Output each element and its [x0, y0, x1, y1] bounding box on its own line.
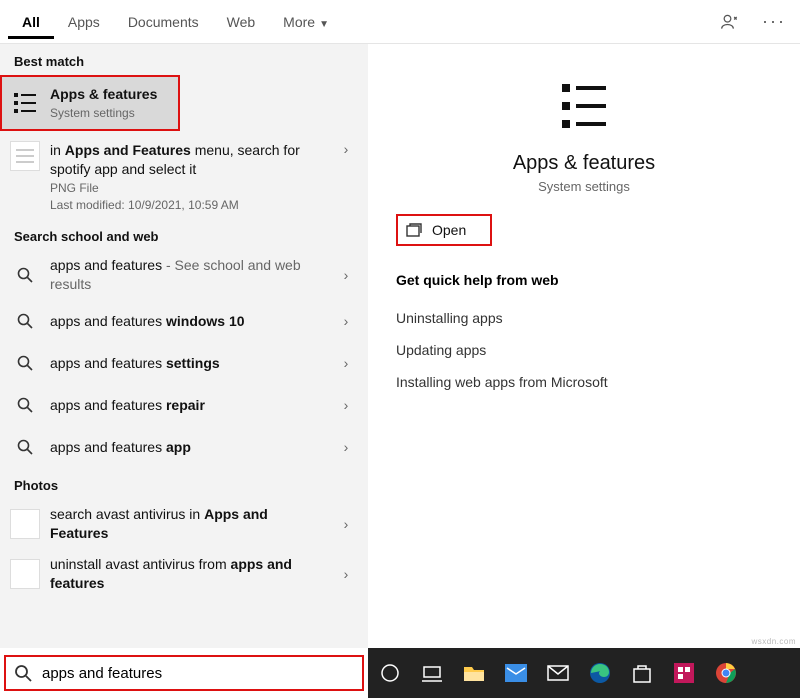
chrome-icon[interactable]: [714, 661, 738, 685]
web-result-text: apps and features windows 10: [50, 312, 328, 331]
result-png-file[interactable]: in Apps and Features menu, search for sp…: [0, 131, 368, 219]
chevron-right-icon[interactable]: ›: [338, 313, 354, 329]
web-result-text: apps and features app: [50, 438, 328, 457]
web-result-5[interactable]: apps and features app ›: [0, 426, 368, 468]
result-title: Apps & features: [50, 85, 166, 104]
chevron-right-icon[interactable]: ›: [338, 355, 354, 371]
mail-app-icon[interactable]: [504, 661, 528, 685]
result-subtitle: System settings: [50, 105, 166, 121]
watermark: wsxdn.com: [751, 637, 796, 646]
open-button[interactable]: Open: [396, 214, 492, 246]
photo-result-text: search avast antivirus in Apps and Featu…: [50, 505, 328, 543]
store-icon[interactable]: [630, 661, 654, 685]
file-title: in Apps and Features menu, search for sp…: [50, 141, 328, 179]
photo-result-1[interactable]: search avast antivirus in Apps and Featu…: [0, 499, 368, 549]
section-photos: Photos: [0, 468, 368, 499]
task-view-icon[interactable]: [420, 661, 444, 685]
mail-icon[interactable]: [546, 661, 570, 685]
tab-more[interactable]: More▼: [269, 4, 343, 39]
filter-tabs: All Apps Documents Web More▼ ···: [0, 0, 800, 44]
photo-result-2[interactable]: uninstall avast antivirus from apps and …: [0, 549, 368, 599]
open-label: Open: [432, 222, 466, 238]
section-search-web: Search school and web: [0, 219, 368, 250]
settings-list-icon: [10, 88, 40, 118]
web-result-text: apps and features - See school and web r…: [50, 256, 328, 294]
search-icon: [10, 260, 40, 290]
results-panel: Best match Apps & features System settin…: [0, 44, 368, 648]
file-modified: Last modified: 10/9/2021, 10:59 AM: [50, 197, 328, 213]
quick-help-uninstalling[interactable]: Uninstalling apps: [396, 302, 772, 334]
chevron-down-icon: ▼: [319, 19, 329, 30]
app-icon[interactable]: [672, 661, 696, 685]
tab-all[interactable]: All: [8, 4, 54, 39]
result-apps-and-features[interactable]: Apps & features System settings: [0, 75, 180, 131]
web-result-2[interactable]: apps and features windows 10 ›: [0, 300, 368, 342]
chevron-right-icon[interactable]: ›: [338, 439, 354, 455]
web-result-1[interactable]: apps and features - See school and web r…: [0, 250, 368, 300]
tab-documents[interactable]: Documents: [114, 4, 213, 39]
search-icon: [10, 432, 40, 462]
photo-thumbnail-icon: [10, 509, 40, 539]
chevron-right-icon[interactable]: ›: [338, 397, 354, 413]
tab-apps[interactable]: Apps: [54, 4, 114, 39]
web-result-4[interactable]: apps and features repair ›: [0, 384, 368, 426]
file-explorer-icon[interactable]: [462, 661, 486, 685]
taskbar: [368, 648, 800, 698]
photo-result-text: uninstall avast antivirus from apps and …: [50, 555, 328, 593]
chevron-right-icon[interactable]: ›: [338, 566, 354, 582]
search-bar: [0, 648, 368, 698]
open-icon: [406, 223, 422, 237]
search-input[interactable]: [40, 664, 354, 683]
search-box[interactable]: [4, 655, 364, 691]
file-thumbnail-icon: [10, 141, 40, 171]
search-icon: [10, 348, 40, 378]
photo-thumbnail-icon: [10, 559, 40, 589]
web-result-text: apps and features settings: [50, 354, 328, 373]
chevron-right-icon[interactable]: ›: [338, 141, 354, 157]
chevron-right-icon[interactable]: ›: [338, 516, 354, 532]
section-best-match: Best match: [0, 44, 368, 75]
preview-panel: Apps & features System settings Open Get…: [368, 44, 800, 648]
search-icon: [14, 664, 32, 682]
preview-subtitle: System settings: [538, 179, 630, 194]
preview-title: Apps & features: [513, 152, 655, 175]
cortana-icon[interactable]: [378, 661, 402, 685]
preview-large-icon: [552, 74, 616, 138]
web-result-text: apps and features repair: [50, 396, 328, 415]
more-options-icon[interactable]: ···: [756, 11, 792, 32]
search-icon: [10, 390, 40, 420]
edge-icon[interactable]: [588, 661, 612, 685]
search-icon: [10, 306, 40, 336]
quick-help-heading: Get quick help from web: [396, 272, 772, 288]
quick-help-installing[interactable]: Installing web apps from Microsoft: [396, 366, 772, 398]
chevron-right-icon[interactable]: ›: [338, 267, 354, 283]
tab-web[interactable]: Web: [213, 4, 270, 39]
quick-help-updating[interactable]: Updating apps: [396, 334, 772, 366]
web-result-3[interactable]: apps and features settings ›: [0, 342, 368, 384]
file-type: PNG File: [50, 180, 328, 196]
feedback-icon[interactable]: [720, 12, 756, 32]
